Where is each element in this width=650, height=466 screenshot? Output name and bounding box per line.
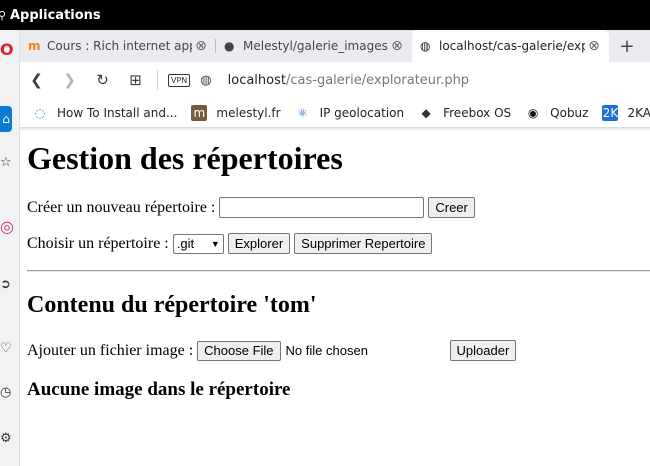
close-icon[interactable]: ⊗ [388,38,406,54]
bookmark-atom-icon: ⚛ [297,105,308,120]
bookmark-ip-geolocation[interactable]: ⚛ IP geolocation [295,105,405,121]
page-title: Gestion des répertoires [27,140,343,176]
toolbar-divider [157,70,158,90]
opera-logo-icon[interactable]: O [0,39,14,59]
add-image-label: Ajouter un fichier image : [27,341,194,359]
bookmark-melestyl[interactable]: m melestyl.fr [191,104,281,121]
upload-button[interactable]: Uploader [449,340,517,361]
address-toolbar: ❮ ❯ ↻ ⊞ VPN ◍ localhost/cas-galerie/expl… [20,62,650,98]
create-directory-label: Créer un nouveau répertoire : [27,198,216,216]
create-button[interactable]: Creer [428,197,475,218]
bookmark-freebox-icon: ◆ [421,105,431,120]
vpn-badge[interactable]: VPN [168,73,191,87]
new-tab-button[interactable]: + [609,30,645,62]
bookmarks-bar: ◌ How To Install and... m melestyl.fr ⚛ IP … [20,98,650,128]
back-button[interactable]: ❮ [20,71,53,89]
history-clock-icon[interactable]: ◷ [0,382,14,402]
file-status-text: No file chosen [285,343,368,358]
directory-select[interactable]: .git ▼ [172,233,224,254]
bookmark-qobuz[interactable]: ◉ Qobuz [525,105,589,121]
applications-menu[interactable]: Applications [10,8,101,23]
tab-grid-icon[interactable]: ⊞ [119,71,152,89]
home-icon[interactable]: ⌂ [0,106,12,132]
tab-strip: m Cours : Rich internet appl ⊗ ● Melesty… [20,30,650,62]
choose-directory-row: Choisir un répertoire : .git ▼ Explorer S… [27,233,433,254]
tab-title: Cours : Rich internet appl [47,39,192,53]
address-bar[interactable]: localhost/cas-galerie/explorateur.php [228,73,469,88]
new-directory-input[interactable] [219,197,425,218]
moodle-icon: m [28,39,41,53]
bookmark-label: Freebox OS [443,105,512,120]
instagram-icon[interactable]: ◎ [0,216,14,236]
site-info-icon[interactable]: ◍ [200,73,211,88]
bookmark-2kabhishek[interactable]: 2K 2KAbhishe [602,104,650,121]
close-icon[interactable]: ⊗ [192,38,210,54]
tab-github[interactable]: ● Melestyl/galerie_images: ⊗ [216,30,412,62]
close-icon[interactable]: ⊗ [585,38,603,54]
heart-icon[interactable]: ♡ [0,338,14,358]
star-icon[interactable]: ☆ [0,152,14,172]
gear-icon[interactable]: ⚙ [0,428,14,448]
choose-directory-label: Choisir un répertoire : [27,234,169,252]
bookmark-2k-icon: 2K [602,104,619,121]
bookmark-how-to-install[interactable]: ◌ How To Install and... [32,105,178,121]
choose-file-button[interactable]: Choose File [197,340,281,361]
os-top-bar: ⚲ Applications [0,0,650,30]
create-directory-row: Créer un nouveau répertoire : Creer [27,197,475,218]
bookmark-label: melestyl.fr [216,105,281,120]
bookmark-avatar-icon: m [191,104,208,121]
directory-content-title: Contenu du répertoire 'tom' [27,292,317,318]
bookmark-label: IP geolocation [319,105,405,120]
url-host: localhost [227,72,286,88]
bookmark-label: 2KAbhishe [627,105,650,120]
empty-directory-message: Aucune image dans le répertoire [27,379,291,400]
page-content: Gestion des répertoires Créer un nouveau… [21,130,650,466]
reload-button[interactable]: ↻ [86,71,119,89]
tab-title: Melestyl/galerie_images: [243,39,388,53]
bookmark-freebox-os[interactable]: ◆ Freebox OS [418,105,511,121]
tab-title: localhost/cas-galerie/exp [439,39,585,53]
tab-moodle-course[interactable]: m Cours : Rich internet appl ⊗ [20,30,216,62]
upload-row: Ajouter un fichier image : Choose File N… [27,340,517,361]
delete-directory-button[interactable]: Supprimer Repertoire [294,233,433,254]
bookmark-qobuz-icon: ◉ [527,105,539,120]
search-icon[interactable]: ⚲ [0,9,8,22]
chevron-down-icon: ▼ [210,238,220,249]
url-path: /cas-galerie/explorateur.php [285,72,470,88]
directory-select-value: .git [176,236,195,251]
bookmark-digitalocean-icon: ◌ [34,105,46,120]
divider [27,270,650,272]
forward-button[interactable]: ❯ [53,71,86,89]
bookmark-label: Qobuz [550,105,589,120]
github-icon: ● [224,39,235,53]
browser-sidebar: O ⌂ ☆ ◎ ➲ ♡ ◷ ⚙ [0,30,20,466]
tab-localhost-active[interactable]: ◍ localhost/cas-galerie/exp ⊗ [412,30,609,62]
bookmark-label: How To Install and... [57,105,178,120]
send-arrow-icon[interactable]: ➲ [0,274,14,294]
explore-button[interactable]: Explorer [227,233,291,254]
globe-icon: ◍ [420,39,431,53]
